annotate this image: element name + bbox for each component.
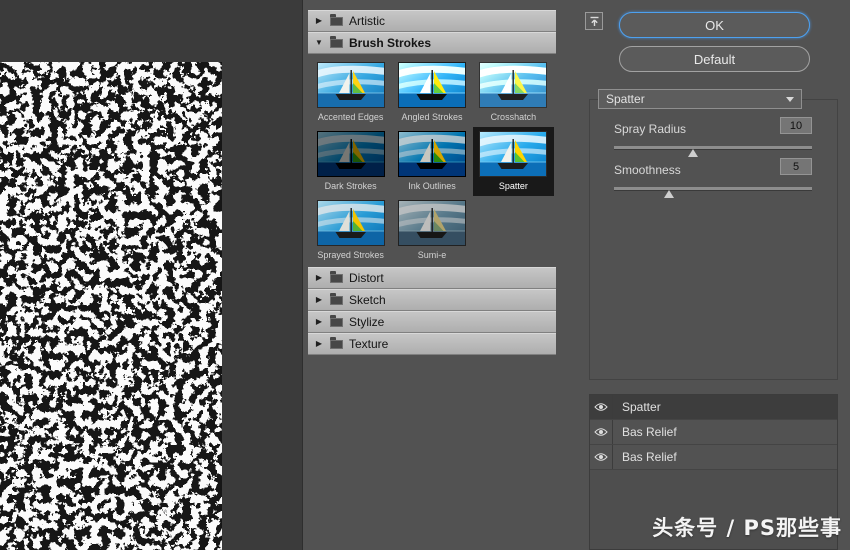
filter-thumb-crosshatch[interactable]: Crosshatch	[473, 58, 554, 127]
category-label: Texture	[349, 337, 389, 351]
effect-layer-label: Spatter	[622, 400, 661, 414]
spray-radius-label: Spray Radius	[614, 122, 687, 136]
ok-button[interactable]: OK	[619, 12, 810, 38]
thumbnail-label: Ink Outlines	[408, 181, 456, 191]
thumbnail-image	[397, 131, 466, 177]
chevron-right-icon: ▶	[315, 339, 323, 348]
spatter-texture-image	[0, 62, 222, 550]
category-distort[interactable]: ▶ Distort	[308, 267, 556, 289]
effect-layer-row[interactable]: Bas Relief	[590, 445, 837, 470]
preview-canvas[interactable]	[0, 62, 222, 550]
filter-thumbnail-grid: Accented Edges Angled Strokes Crosshatch…	[308, 54, 556, 267]
thumbnail-image	[316, 200, 385, 246]
category-sketch[interactable]: ▶ Sketch	[308, 289, 556, 311]
thumbnail-image	[397, 200, 466, 246]
folder-icon	[330, 314, 343, 327]
thumbnail-label: Spatter	[498, 181, 528, 191]
thumbnail-image	[479, 62, 548, 108]
spray-radius-slider[interactable]	[614, 146, 812, 157]
effect-layer-label: Bas Relief	[622, 450, 677, 464]
filter-gallery-window: ▶ Artistic ▼ Brush Strokes Accented Edge…	[0, 0, 850, 550]
category-label: Distort	[349, 271, 384, 285]
smoothness-label: Smoothness	[614, 163, 681, 177]
thumbnail-label: Crosshatch	[490, 112, 537, 122]
default-button[interactable]: Default	[619, 46, 810, 72]
filter-options-panel: Spray Radius Smoothness	[589, 99, 838, 380]
thumbnail-label: Angled Strokes	[401, 112, 463, 122]
eye-icon	[594, 428, 608, 436]
filter-select-value: Spatter	[606, 92, 645, 106]
category-label: Brush Strokes	[349, 36, 432, 50]
watermark: 头条号 / PS那些事	[652, 516, 842, 540]
chevron-down-icon	[786, 96, 794, 102]
filter-thumb-sumi-e[interactable]: Sumi-e	[391, 196, 472, 265]
folder-icon	[330, 292, 343, 305]
smoothness-slider[interactable]	[614, 187, 812, 198]
thumbnail-label: Accented Edges	[317, 112, 384, 122]
filter-thumb-ink-outlines[interactable]: Ink Outlines	[391, 127, 472, 196]
smoothness-slider-thumb[interactable]	[664, 190, 675, 198]
thumbnail-image	[316, 131, 385, 177]
thumbnail-label: Dark Strokes	[324, 181, 377, 191]
category-brush-strokes[interactable]: ▼ Brush Strokes	[308, 32, 556, 54]
thumbnail-image	[397, 62, 466, 108]
visibility-toggle[interactable]	[590, 420, 613, 444]
chevron-down-icon: ▼	[315, 38, 323, 47]
thumbnail-image	[479, 131, 548, 177]
collapse-arrow-icon	[590, 16, 598, 26]
thumbnail-label: Sumi-e	[417, 250, 447, 260]
effect-layer-row[interactable]: Bas Relief	[590, 420, 837, 445]
eye-icon	[594, 403, 608, 411]
filter-select[interactable]: Spatter	[598, 89, 802, 109]
filter-category-list: ▶ Artistic ▼ Brush Strokes Accented Edge…	[308, 0, 556, 550]
filter-thumb-spatter[interactable]: Spatter	[472, 127, 554, 196]
thumbnail-image	[316, 62, 385, 108]
filter-thumb-sprayed-strokes[interactable]: Sprayed Strokes	[310, 196, 391, 265]
filter-thumb-accented-edges[interactable]: Accented Edges	[310, 58, 391, 127]
category-stylize[interactable]: ▶ Stylize	[308, 311, 556, 333]
thumbnail-label: Sprayed Strokes	[317, 250, 384, 260]
chevron-right-icon: ▶	[315, 16, 323, 25]
folder-icon	[330, 35, 343, 48]
visibility-toggle[interactable]	[590, 395, 613, 419]
preview-pane[interactable]	[0, 0, 303, 550]
spray-radius-input[interactable]	[780, 117, 812, 134]
spray-radius-slider-thumb[interactable]	[688, 149, 699, 157]
category-label: Artistic	[349, 14, 385, 28]
filter-thumb-dark-strokes[interactable]: Dark Strokes	[310, 127, 391, 196]
category-label: Stylize	[349, 315, 385, 329]
category-label: Sketch	[349, 293, 386, 307]
smoothness-input[interactable]	[780, 158, 812, 175]
folder-icon	[330, 336, 343, 349]
eye-icon	[594, 453, 608, 461]
effect-layer-row[interactable]: Spatter	[590, 395, 837, 420]
effect-layer-label: Bas Relief	[622, 425, 677, 439]
chevron-right-icon: ▶	[315, 317, 323, 326]
chevron-right-icon: ▶	[315, 295, 323, 304]
filter-thumb-angled-strokes[interactable]: Angled Strokes	[391, 58, 472, 127]
folder-icon	[330, 270, 343, 283]
chevron-right-icon: ▶	[315, 273, 323, 282]
visibility-toggle[interactable]	[590, 445, 613, 469]
folder-icon	[330, 13, 343, 26]
category-texture[interactable]: ▶ Texture	[308, 333, 556, 355]
collapse-thumbnails-button[interactable]	[585, 12, 603, 30]
category-artistic[interactable]: ▶ Artistic	[308, 10, 556, 32]
